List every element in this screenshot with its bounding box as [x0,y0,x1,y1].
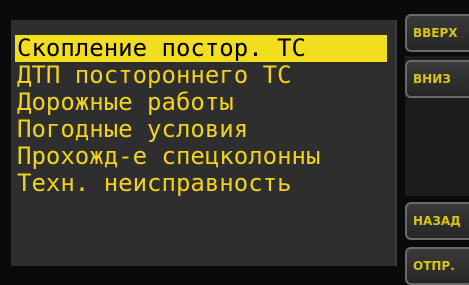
list-item[interactable]: Прохожд-е спецколонны [15,143,387,170]
display-screen: Скопление постор. ТС ДТП постороннего ТС… [0,0,469,285]
list-item[interactable]: ДТП постороннего ТС [15,62,387,89]
list-item[interactable]: Погодные условия [15,116,387,143]
send-button[interactable]: ОТПР. [405,247,469,285]
list-item[interactable]: Техн. неисправность [15,170,387,197]
back-button[interactable]: НАЗАД [405,202,469,240]
list-item[interactable]: Дорожные работы [15,89,387,116]
reason-list: Скопление постор. ТС ДТП постороннего ТС… [11,20,397,266]
down-button[interactable]: ВНИЗ [405,60,469,98]
list-item-selected[interactable]: Скопление постор. ТС [15,35,387,62]
up-button[interactable]: ВВЕРХ [405,14,469,52]
